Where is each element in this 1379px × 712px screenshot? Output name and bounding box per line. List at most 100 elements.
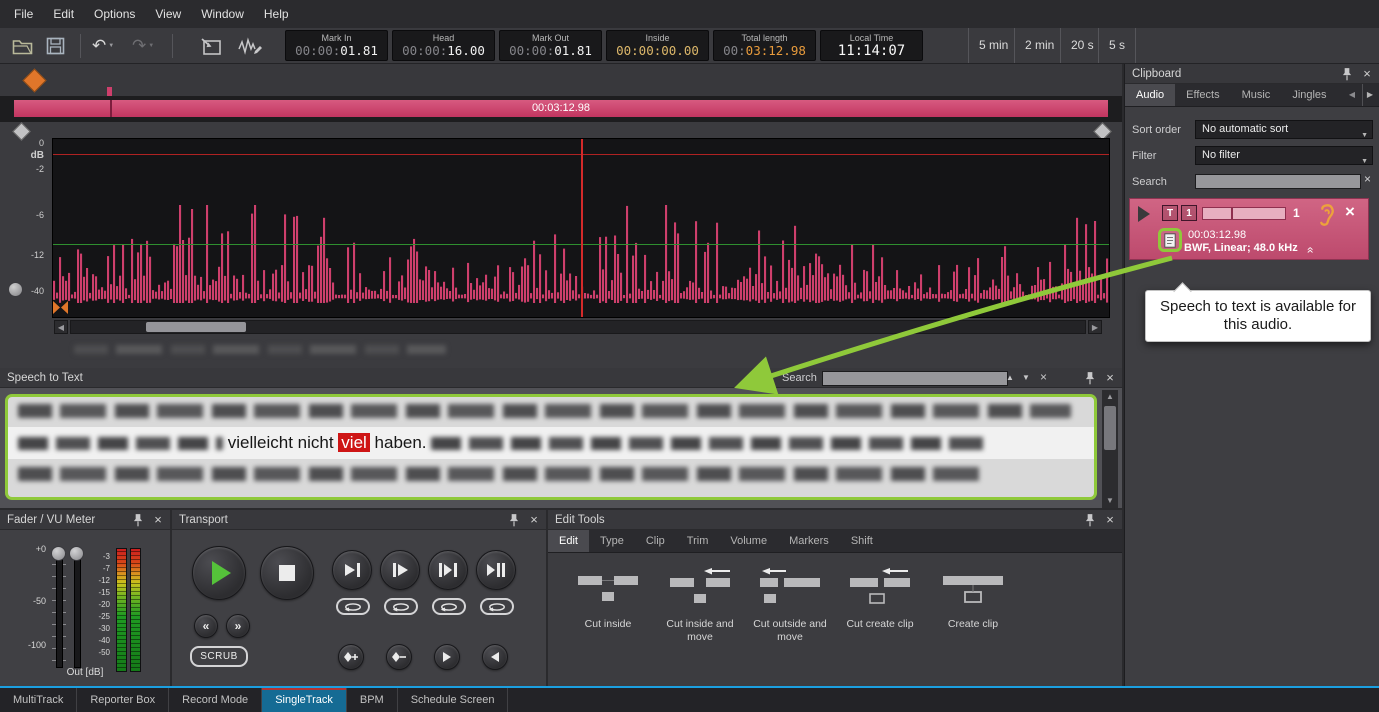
stop-button[interactable] (260, 546, 314, 600)
cut-create-clip-button[interactable]: Cut create clip (834, 568, 926, 631)
close-icon[interactable]: × (150, 510, 166, 530)
filter-select[interactable]: No filter ▼ (1195, 146, 1373, 165)
clip-progress-bar[interactable] (1202, 207, 1286, 220)
menu-options[interactable]: Options (84, 0, 145, 28)
remove-marker-button[interactable] (386, 644, 412, 670)
scroll-up-button[interactable]: ▲ (1102, 390, 1118, 404)
redo-button[interactable]: ↷ ▼ (132, 33, 154, 59)
waveform-edit-button[interactable] (238, 33, 262, 59)
pin-icon[interactable] (508, 513, 520, 527)
tab-clip[interactable]: Clip (635, 530, 676, 552)
zoom-preset-2min[interactable]: 2 min (1014, 28, 1064, 63)
add-marker-button[interactable] (338, 644, 364, 670)
transcript-box[interactable]: vielleicht nicht viel haben. (5, 394, 1097, 500)
cut-inside-move-button[interactable]: Cut inside and move (654, 568, 746, 644)
clip-play-icon[interactable] (1138, 206, 1150, 222)
screen-tab-bpm[interactable]: BPM (347, 688, 398, 712)
undo-dropdown-caret[interactable]: ▼ (108, 43, 114, 49)
horizontal-scrollbar[interactable] (70, 320, 1086, 334)
tab-effects[interactable]: Effects (1175, 84, 1230, 106)
play-between-marks-button[interactable] (428, 550, 468, 590)
tab-music[interactable]: Music (1231, 84, 1282, 106)
marker-strip[interactable] (0, 64, 1122, 97)
stt-scrollbar[interactable]: ▲ ▼ (1102, 390, 1118, 508)
tab-trim[interactable]: Trim (676, 530, 720, 552)
pin-icon[interactable] (1084, 371, 1096, 385)
fader-track-right[interactable] (74, 550, 81, 668)
stt-search-prev-button[interactable]: ▲ (1006, 368, 1014, 388)
listen-ear-icon[interactable] (1316, 202, 1337, 228)
waveform-display[interactable] (52, 138, 1110, 318)
loop-selection-button[interactable] (480, 598, 514, 615)
vertical-zoom-knob[interactable] (8, 282, 23, 297)
screen-tab-reporter-box[interactable]: Reporter Box (77, 688, 169, 712)
zoom-preset-5s[interactable]: 5 s (1098, 28, 1136, 63)
tab-type[interactable]: Type (589, 530, 635, 552)
screen-tab-multitrack[interactable]: MultiTrack (0, 688, 77, 712)
open-file-button[interactable] (12, 33, 34, 59)
scroll-down-button[interactable]: ▼ (1102, 494, 1118, 508)
play-button[interactable] (192, 546, 246, 600)
screen-tab-schedule-screen[interactable]: Schedule Screen (398, 688, 509, 712)
scroll-left-button[interactable]: ◀ (54, 320, 68, 334)
menu-edit[interactable]: Edit (43, 0, 84, 28)
clipboard-search-input[interactable] (1195, 174, 1361, 189)
zoom-preset-5min[interactable]: 5 min (968, 28, 1018, 63)
scrub-button[interactable]: SCRUB (190, 646, 248, 667)
next-marker-button[interactable] (434, 644, 460, 670)
cut-outside-move-button[interactable]: Cut outside and move (744, 568, 836, 644)
tab-audio[interactable]: Audio (1125, 84, 1175, 106)
scroll-right-button[interactable]: ▶ (1088, 320, 1102, 334)
stt-search-clear-button[interactable]: × (1040, 368, 1047, 387)
loop-between-marks-button[interactable] (432, 598, 466, 615)
cut-inside-button[interactable]: Cut inside (562, 568, 654, 631)
tab-markers[interactable]: Markers (778, 530, 840, 552)
undo-button[interactable]: ↶ ▼ (92, 33, 114, 59)
save-button[interactable] (46, 33, 65, 59)
menu-view[interactable]: View (145, 0, 191, 28)
menu-window[interactable]: Window (191, 0, 254, 28)
overview-bar[interactable]: 00:03:12.98 (14, 100, 1108, 117)
play-pause-button[interactable] (476, 550, 516, 590)
menu-file[interactable]: File (4, 0, 43, 28)
close-icon[interactable]: × (1359, 64, 1375, 84)
loop-play-to-mark-button[interactable] (336, 598, 370, 615)
pin-icon[interactable] (1084, 513, 1096, 527)
stt-search-input[interactable] (822, 371, 1008, 386)
fast-forward-button[interactable]: » (226, 614, 250, 638)
speech-to-text-available-icon[interactable] (1158, 228, 1182, 252)
load-to-editor-button[interactable] (200, 33, 222, 59)
tab-edit[interactable]: Edit (548, 530, 589, 552)
transcript-line[interactable]: vielleicht nicht viel haben. (8, 427, 1094, 459)
scrollbar-thumb[interactable] (146, 322, 246, 332)
tabs-scroll-right-icon[interactable]: ▶ (1362, 84, 1377, 106)
clipboard-search-clear-button[interactable]: × (1364, 172, 1371, 186)
playhead-cursor[interactable] (581, 139, 583, 317)
close-icon[interactable]: × (1102, 368, 1118, 388)
scrollbar-thumb[interactable] (1104, 406, 1116, 450)
fader-track-left[interactable] (56, 550, 63, 668)
play-to-mark-button[interactable] (332, 550, 372, 590)
tab-volume[interactable]: Volume (719, 530, 778, 552)
screen-tab-record-mode[interactable]: Record Mode (169, 688, 262, 712)
play-from-mark-button[interactable] (380, 550, 420, 590)
close-icon[interactable]: × (1102, 510, 1118, 530)
clipboard-entry[interactable]: T 1 1 × 00:03:12.98 BWF, Linear; 48.0 kH… (1129, 198, 1369, 260)
sort-order-select[interactable]: No automatic sort ▼ (1195, 120, 1373, 139)
collapse-chevrons-icon[interactable]: » (1302, 247, 1316, 254)
pin-icon[interactable] (132, 513, 144, 527)
tab-jingles[interactable]: Jingles (1281, 84, 1337, 106)
fader-knob-left[interactable] (51, 546, 66, 561)
rewind-button[interactable]: « (194, 614, 218, 638)
mark-in-out-marker[interactable] (52, 300, 69, 315)
search-match-highlight[interactable]: viel (338, 433, 370, 452)
tab-shift[interactable]: Shift (840, 530, 884, 552)
pin-icon[interactable] (1341, 67, 1353, 81)
create-clip-button[interactable]: Create clip (927, 568, 1019, 631)
close-icon[interactable]: × (526, 510, 542, 530)
clip-remove-button[interactable]: × (1345, 202, 1355, 222)
menu-help[interactable]: Help (254, 0, 299, 28)
previous-marker-button[interactable] (482, 644, 508, 670)
fader-knob-right[interactable] (69, 546, 84, 561)
stt-search-next-button[interactable]: ▼ (1022, 368, 1030, 388)
